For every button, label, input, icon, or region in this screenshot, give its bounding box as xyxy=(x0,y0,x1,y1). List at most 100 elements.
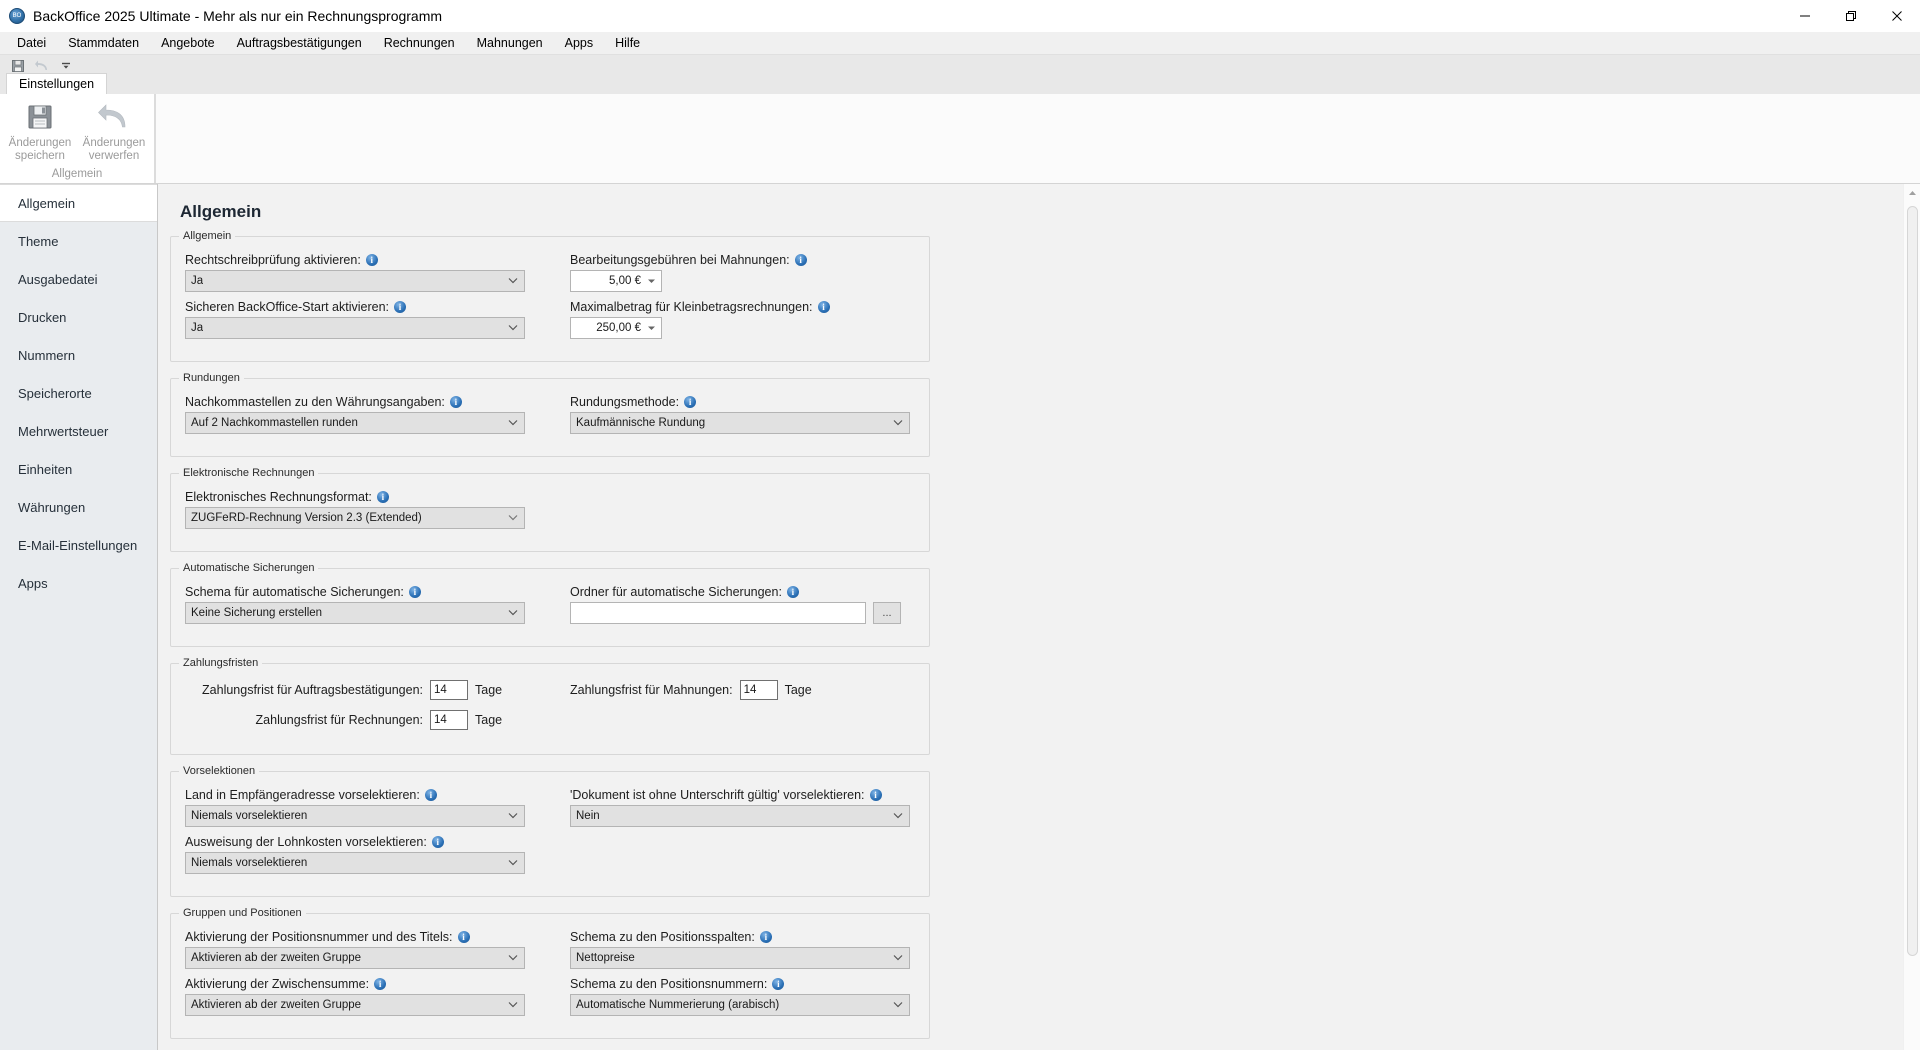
rechtschreibpruefung-select[interactable]: Ja xyxy=(185,270,525,292)
field-positionsnummern: Schema zu den Positionsnummern: Automati… xyxy=(570,977,910,1016)
close-icon[interactable] xyxy=(1874,0,1920,32)
field-sicherung-ordner: Ordner für automatische Sicherungen: ... xyxy=(570,585,910,624)
browse-folder-button[interactable]: ... xyxy=(873,602,901,624)
info-icon[interactable] xyxy=(817,301,830,313)
vertical-scrollbar[interactable] xyxy=(1903,184,1920,1050)
info-icon[interactable] xyxy=(424,789,437,801)
sidebar-item-waehrungen[interactable]: Währungen xyxy=(0,488,157,526)
nachkommastellen-select[interactable]: Auf 2 Nachkommastellen runden xyxy=(185,412,525,434)
selected-value: Automatische Nummerierung (arabisch) xyxy=(576,999,780,1011)
sidebar-item-label: Währungen xyxy=(18,499,86,515)
zahlungsfrist-rechnungen-input[interactable] xyxy=(430,710,468,730)
lohnkosten-vorselektieren-select[interactable]: Niemals vorselektieren xyxy=(185,852,525,874)
discard-changes-button[interactable]: Änderungen verwerfen xyxy=(77,100,151,163)
settings-content: Allgemein Allgemein Rechtschreibprüfung … xyxy=(158,184,1920,1050)
info-icon[interactable] xyxy=(772,978,785,990)
scroll-up-arrow-icon[interactable] xyxy=(1904,184,1920,201)
chevron-down-icon xyxy=(508,275,518,287)
group-legend: Allgemein xyxy=(179,230,236,242)
sicherer-start-select[interactable]: Ja xyxy=(185,317,525,339)
info-icon[interactable] xyxy=(449,396,462,408)
menu-item-apps[interactable]: Apps xyxy=(554,34,605,52)
field-maximalbetrag: Maximalbetrag für Kleinbetragsrechnungen… xyxy=(570,300,910,339)
label-text: Zahlungsfrist für Rechnungen: xyxy=(255,713,423,727)
field-label: Rundungsmethode: xyxy=(570,395,910,409)
field-rechnungsformat: Elektronisches Rechnungsformat: ZUGFeRD-… xyxy=(185,490,525,529)
menu-item-mahnungen[interactable]: Mahnungen xyxy=(466,34,554,52)
info-icon[interactable] xyxy=(684,396,697,408)
info-icon[interactable] xyxy=(759,931,772,943)
info-icon[interactable] xyxy=(431,836,444,848)
zahlungsfrist-mahnungen-input[interactable] xyxy=(739,680,778,700)
group-legend: Elektronische Rechnungen xyxy=(179,467,319,479)
sidebar-item-drucken[interactable]: Drucken xyxy=(0,298,157,336)
selected-value: Aktivieren ab der zweiten Gruppe xyxy=(191,999,362,1011)
field-zwischensumme: Aktivierung der Zwischensumme: Aktiviere… xyxy=(185,977,525,1016)
title-bar: BackOffice 2025 Ultimate - Mehr als nur … xyxy=(0,0,1920,32)
sicherung-schema-select[interactable]: Keine Sicherung erstellen xyxy=(185,602,525,624)
chevron-down-icon xyxy=(893,417,903,429)
info-icon[interactable] xyxy=(869,789,882,801)
sidebar-item-theme[interactable]: Theme xyxy=(0,222,157,260)
sidebar-item-allgemein[interactable]: Allgemein xyxy=(0,184,157,222)
ribbon-group-allgemein: Änderungen speichern Änderungen verwerfe… xyxy=(0,94,155,183)
rundungsmethode-select[interactable]: Kaufmännische Rundung xyxy=(570,412,910,434)
chevron-down-icon xyxy=(647,322,656,334)
menu-item-datei[interactable]: Datei xyxy=(6,34,57,52)
sidebar-item-apps[interactable]: Apps xyxy=(0,564,157,602)
positionsspalten-select[interactable]: Nettopreise xyxy=(570,947,910,969)
window-controls xyxy=(1782,0,1920,32)
unit-label: Tage xyxy=(475,683,503,697)
menu-item-stammdaten[interactable]: Stammdaten xyxy=(57,34,150,52)
positionsnummern-select[interactable]: Automatische Nummerierung (arabisch) xyxy=(570,994,910,1016)
zahlungsfrist-auftragsbestaetigungen-input[interactable] xyxy=(430,680,468,700)
sidebar-item-label: E-Mail-Einstellungen xyxy=(18,537,138,553)
bearbeitungsgebuehren-spinner[interactable]: 5,00 € xyxy=(570,270,662,292)
field-label: Elektronisches Rechnungsformat: xyxy=(185,490,525,504)
sidebar-item-einheiten[interactable]: Einheiten xyxy=(0,450,157,488)
field-label: Nachkommastellen zu den Währungsangaben: xyxy=(185,395,525,409)
maximalbetrag-spinner[interactable]: 250,00 € xyxy=(570,317,662,339)
info-icon[interactable] xyxy=(376,491,389,503)
info-icon[interactable] xyxy=(408,586,421,598)
sidebar-item-mehrwertsteuer[interactable]: Mehrwertsteuer xyxy=(0,412,157,450)
restore-icon[interactable] xyxy=(1828,0,1874,32)
sicherung-ordner-input[interactable] xyxy=(570,602,866,624)
selected-value: Nettopreise xyxy=(576,952,635,964)
menu-item-auftragsbestaetigungen[interactable]: Auftragsbestätigungen xyxy=(226,34,373,52)
spinner-value: 5,00 € xyxy=(609,275,641,287)
tab-einstellungen[interactable]: Einstellungen xyxy=(6,73,108,95)
info-icon[interactable] xyxy=(457,931,470,943)
rechnungsformat-select[interactable]: ZUGFeRD-Rechnung Version 2.3 (Extended) xyxy=(185,507,525,529)
sidebar-item-email-einstellungen[interactable]: E-Mail-Einstellungen xyxy=(0,526,157,564)
menu-item-hilfe[interactable]: Hilfe xyxy=(604,34,651,52)
label-text: Rundungsmethode: xyxy=(570,395,680,409)
positionsnummer-titel-select[interactable]: Aktivieren ab der zweiten Gruppe xyxy=(185,947,525,969)
land-vorselektieren-select[interactable]: Niemals vorselektieren xyxy=(185,805,525,827)
label-text: Land in Empfängeradresse vorselektieren: xyxy=(185,788,420,802)
info-icon[interactable] xyxy=(786,586,799,598)
field-label: Land in Empfängeradresse vorselektieren: xyxy=(185,788,525,802)
group-legend: Vorselektionen xyxy=(179,765,260,777)
group-automatische-sicherungen: Automatische Sicherungen Schema für auto… xyxy=(170,562,930,647)
menu-item-angebote[interactable]: Angebote xyxy=(150,34,226,52)
minimize-icon[interactable] xyxy=(1782,0,1828,32)
chevron-down-icon xyxy=(508,322,518,334)
sidebar-item-ausgabedatei[interactable]: Ausgabedatei xyxy=(0,260,157,298)
unterschrift-vorselektieren-select[interactable]: Nein xyxy=(570,805,910,827)
chevron-down-icon xyxy=(647,275,656,287)
sidebar-item-label: Ausgabedatei xyxy=(18,271,98,287)
spinner-value: 250,00 € xyxy=(596,322,641,334)
label-text: Ordner für automatische Sicherungen: xyxy=(570,585,782,599)
info-icon[interactable] xyxy=(394,301,407,313)
sidebar-item-speicherorte[interactable]: Speicherorte xyxy=(0,374,157,412)
zwischensumme-select[interactable]: Aktivieren ab der zweiten Gruppe xyxy=(185,994,525,1016)
sidebar-item-label: Apps xyxy=(18,575,48,591)
info-icon[interactable] xyxy=(374,978,387,990)
scrollbar-thumb[interactable] xyxy=(1907,206,1918,956)
menu-item-rechnungen[interactable]: Rechnungen xyxy=(373,34,466,52)
info-icon[interactable] xyxy=(365,254,378,266)
sidebar-item-nummern[interactable]: Nummern xyxy=(0,336,157,374)
info-icon[interactable] xyxy=(794,254,807,266)
save-changes-button[interactable]: Änderungen speichern xyxy=(3,100,77,163)
